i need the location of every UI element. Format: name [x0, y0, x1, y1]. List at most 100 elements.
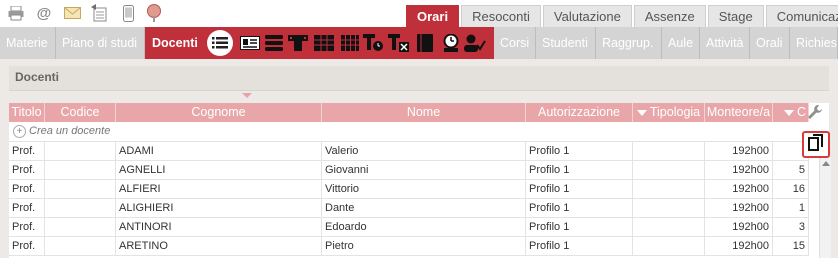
sub-tab-richieste[interactable]: Richies — [790, 27, 838, 59]
cell-monteore: 192h00 — [705, 161, 773, 180]
cell-autorizzazione: Profilo 1 — [526, 180, 633, 199]
sub-tab-corsi[interactable]: Corsi — [494, 27, 536, 59]
card-view-icon[interactable] — [239, 33, 261, 53]
sub-tab-docenti[interactable]: Docenti — [146, 27, 202, 59]
cell-nome: Pietro — [322, 237, 526, 256]
copy-button[interactable] — [802, 131, 830, 158]
cell-titolo: Prof. — [9, 142, 45, 161]
cell-c: 5 — [773, 161, 809, 180]
location-icon[interactable] — [145, 4, 163, 22]
main-tab-assenze[interactable]: Assenze — [633, 5, 706, 27]
cell-cognome: ALIGHIERI — [116, 199, 322, 218]
cell-cognome: ALFIERI — [116, 180, 322, 199]
cell-codice — [45, 199, 116, 218]
filter-icon[interactable] — [783, 109, 794, 116]
cell-titolo: Prof. — [9, 180, 45, 199]
cell-tipologia — [633, 180, 705, 199]
remove-view-icon[interactable] — [388, 33, 410, 53]
person-check-icon[interactable] — [464, 33, 486, 53]
copy-icon — [808, 134, 824, 155]
table-row[interactable]: Prof. ANTINORI Edoardo Profilo 1 192h00 3 — [9, 218, 809, 237]
table-row[interactable]: Prof. ALFIERI Vittorio Profilo 1 192h00 16 — [9, 180, 809, 199]
main-tab-comunicazioni[interactable]: Comunicazioni — [765, 5, 838, 27]
cell-tipologia — [633, 142, 705, 161]
cell-codice — [45, 142, 116, 161]
table-header: Titolo Codice Cognome Nome Autorizzazion… — [9, 103, 809, 122]
main-tabs: Orari Resoconti Valutazione Assenze Stag… — [404, 5, 838, 27]
cell-nome: Valerio — [322, 142, 526, 161]
at-icon[interactable]: @ — [35, 4, 53, 22]
wrench-icon[interactable] — [806, 104, 824, 122]
top-bar: @ Orari Resoconti Valutazione Assenze St… — [0, 0, 838, 27]
sub-tab-piano-di-studi[interactable]: Piano di studi — [56, 27, 145, 59]
grid-view-icon[interactable] — [313, 33, 335, 53]
sub-tab-orali[interactable]: Orali — [750, 27, 790, 59]
cell-cognome: ANTINORI — [116, 218, 322, 237]
column-header-titolo[interactable]: Titolo — [9, 103, 45, 122]
sub-tab-attivita[interactable]: Attività — [700, 27, 750, 59]
cell-autorizzazione: Profilo 1 — [526, 199, 633, 218]
cell-monteore: 192h00 — [705, 180, 773, 199]
timetable-view-icon[interactable] — [339, 33, 361, 53]
create-teacher-label: Crea un docente — [29, 125, 111, 137]
table-row[interactable]: Prof. ALIGHIERI Dante Profilo 1 192h00 1 — [9, 199, 809, 218]
create-teacher-row[interactable]: + Crea un docente — [9, 122, 809, 142]
cell-nome: Vittorio — [322, 180, 526, 199]
plus-icon[interactable]: + — [13, 125, 26, 138]
cell-titolo: Prof. — [9, 161, 45, 180]
teachers-table: Titolo Codice Cognome Nome Autorizzazion… — [9, 103, 829, 258]
column-header-tipologia[interactable]: Tipologia — [633, 103, 705, 122]
export-icon[interactable] — [90, 4, 108, 22]
column-header-codice[interactable]: Codice — [45, 103, 116, 122]
column-header-autorizzazione[interactable]: Autorizzazione — [526, 103, 633, 122]
cell-tipologia — [633, 161, 705, 180]
sub-tab-raggrup[interactable]: Raggrup. — [596, 27, 662, 59]
panel-header: Docenti — [9, 66, 829, 91]
cell-c: 1 — [773, 199, 809, 218]
cell-tipologia — [633, 199, 705, 218]
main-tab-stage[interactable]: Stage — [707, 5, 764, 27]
printer-icon[interactable] — [7, 4, 25, 22]
envelope-icon[interactable] — [63, 4, 81, 22]
cell-codice — [45, 237, 116, 256]
occupancy-view-icon[interactable] — [287, 33, 309, 53]
cell-cognome: ADAMI — [116, 142, 322, 161]
column-header-monteore[interactable]: Monteore/a — [705, 103, 773, 122]
cell-titolo: Prof. — [9, 237, 45, 256]
cell-titolo: Prof. — [9, 218, 45, 237]
scroll-up-icon[interactable] — [822, 161, 830, 166]
schedule-view-icon[interactable] — [263, 33, 285, 53]
cell-c: 16 — [773, 180, 809, 199]
vertical-scrollbar[interactable] — [819, 158, 831, 258]
main-tab-orari[interactable]: Orari — [406, 5, 460, 27]
table-row[interactable]: Prof. AGNELLI Giovanni Profilo 1 192h00 5 — [9, 161, 809, 180]
cell-monteore: 192h00 — [705, 142, 773, 161]
filter-icon[interactable] — [636, 109, 647, 116]
column-header-cognome[interactable]: Cognome — [116, 103, 322, 122]
cell-autorizzazione: Profilo 1 — [526, 218, 633, 237]
main-tab-resoconti[interactable]: Resoconti — [461, 5, 541, 27]
person-clock-icon[interactable] — [440, 33, 462, 53]
panel-title: Docenti — [15, 70, 60, 84]
clock-view-icon[interactable] — [363, 33, 385, 53]
cell-monteore: 192h00 — [705, 237, 773, 256]
cell-codice — [45, 161, 116, 180]
table-row[interactable]: Prof. ADAMI Valerio Profilo 1 192h00 — [9, 142, 809, 161]
column-header-nome[interactable]: Nome — [322, 103, 526, 122]
table-row[interactable]: Prof. ARETINO Pietro Profilo 1 192h00 15 — [9, 237, 809, 256]
sub-tab-aule[interactable]: Aule — [662, 27, 700, 59]
cell-nome: Edoardo — [322, 218, 526, 237]
sub-tab-materie[interactable]: Materie — [0, 27, 56, 59]
cell-cognome: AGNELLI — [116, 161, 322, 180]
cell-tipologia — [633, 237, 705, 256]
main-tab-valutazione[interactable]: Valutazione — [542, 5, 632, 27]
column-header-c[interactable]: C — [773, 103, 809, 122]
cell-nome: Giovanni — [322, 161, 526, 180]
sub-tab-studenti[interactable]: Studenti — [536, 27, 596, 59]
mobile-icon[interactable] — [119, 4, 137, 22]
cell-tipologia — [633, 218, 705, 237]
list-view-icon[interactable] — [207, 30, 233, 56]
cell-monteore: 192h00 — [705, 199, 773, 218]
cell-monteore: 192h00 — [705, 218, 773, 237]
book-view-icon[interactable] — [414, 33, 436, 53]
